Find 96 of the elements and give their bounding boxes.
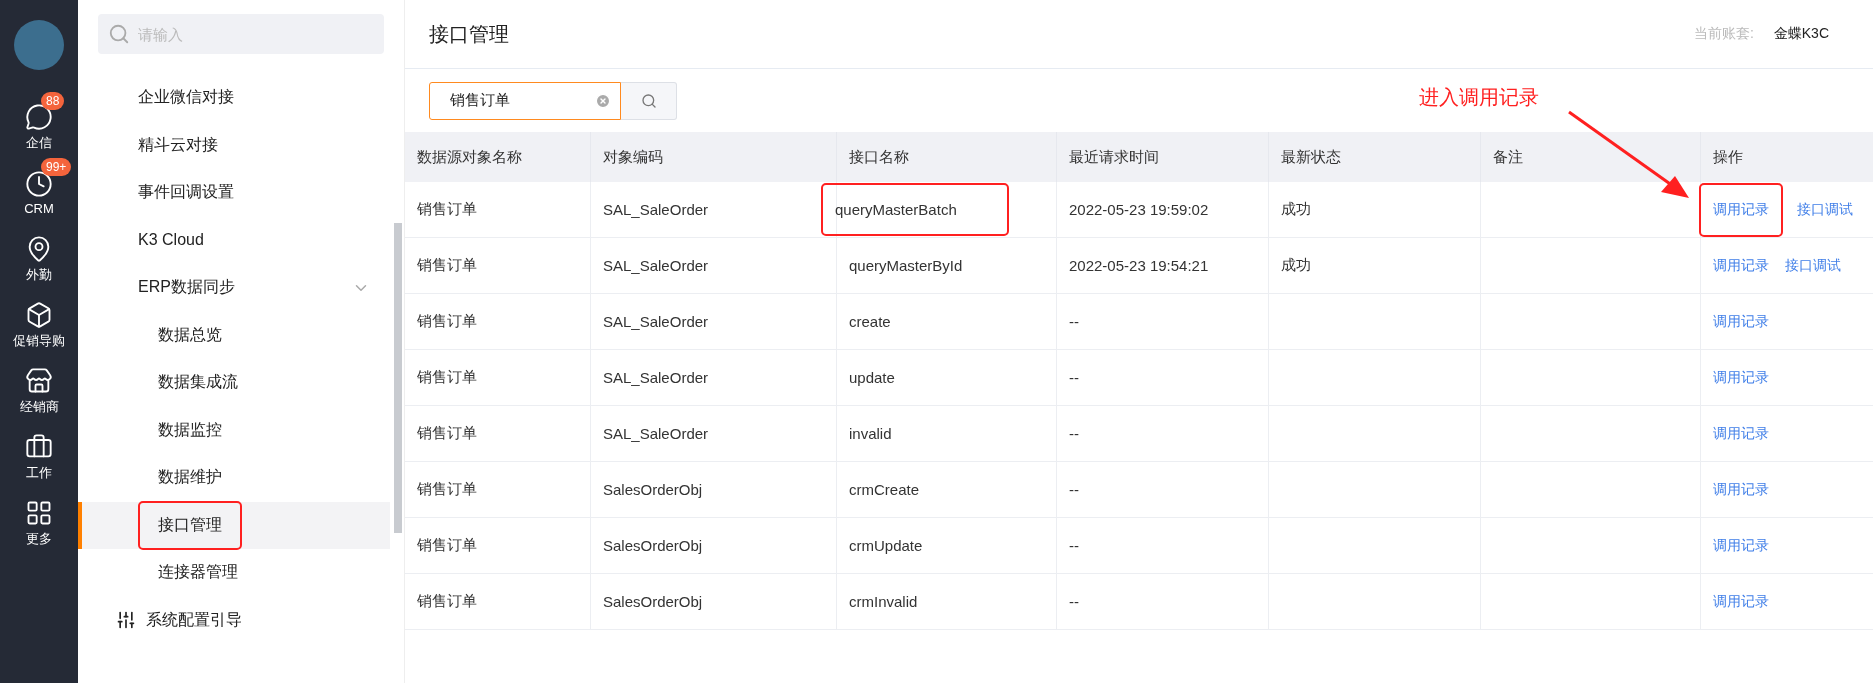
table-cell: -- <box>1057 350 1269 406</box>
search-button[interactable] <box>621 81 677 120</box>
column-header: 接口名称 <box>837 132 1057 182</box>
table-cell: 2022-05-23 19:54:21 <box>1057 238 1269 294</box>
rail-nav-item[interactable]: 外勤 <box>0 224 78 288</box>
sidebar-label: 精斗云对接 <box>137 134 219 155</box>
sidebar-label: 数据监控 <box>157 419 223 440</box>
column-header: 最近请求时间 <box>1057 132 1269 182</box>
table-cell: SalesOrderObj <box>591 518 837 574</box>
sidebar-item[interactable]: 事件回调设置 <box>78 169 390 217</box>
interface-name: update <box>849 369 895 386</box>
sidebar-item[interactable]: 接口管理 <box>78 501 390 549</box>
sidebar-item[interactable]: 系统配置引导 <box>78 596 390 644</box>
table-cell: -- <box>1057 462 1269 518</box>
sidebar-item[interactable]: 连接器管理 <box>78 549 390 597</box>
action-link[interactable]: 调用记录 <box>1713 312 1769 331</box>
interface-name: queryMasterById <box>849 257 963 274</box>
clock-icon <box>25 170 53 198</box>
table-cell: -- <box>1057 574 1269 630</box>
interface-name: create <box>849 313 891 330</box>
action-link[interactable]: 调用记录 <box>1713 368 1769 387</box>
rail-nav-item[interactable]: 更多 <box>0 488 78 552</box>
table-cell: SAL_SaleOrder <box>591 406 837 462</box>
table-cell: 销售订单 <box>405 574 591 630</box>
table-cell: 销售订单 <box>405 462 591 518</box>
table-cell: SAL_SaleOrder <box>591 238 837 294</box>
column-header: 操作 <box>1701 132 1873 182</box>
column-header: 最新状态 <box>1269 132 1481 182</box>
table-cell: -- <box>1057 406 1269 462</box>
table-cell: SAL_SaleOrder <box>591 350 837 406</box>
account-value: 金蝶K3C <box>1773 25 1829 43</box>
store-icon <box>25 366 53 395</box>
column-header: 对象编码 <box>591 132 837 182</box>
sidebar-item[interactable]: K3 Cloud <box>78 216 390 264</box>
table-cell: 销售订单 <box>405 518 591 574</box>
sidebar-item[interactable]: 数据监控 <box>78 406 390 454</box>
rail-nav-item[interactable]: 促销导购 <box>0 290 78 354</box>
sidebar-label: 事件回调设置 <box>137 182 235 203</box>
action-link[interactable]: 接口调试 <box>1785 256 1841 275</box>
search-icon <box>640 92 657 109</box>
table-cell: SAL_SaleOrder <box>591 294 837 350</box>
action-link[interactable]: 调用记录 <box>1713 536 1769 555</box>
table-cell: -- <box>1057 518 1269 574</box>
sidebar-label: 数据维护 <box>157 467 223 488</box>
action-link[interactable]: 接口调试 <box>1797 200 1853 219</box>
table-cell: 销售订单 <box>405 238 591 294</box>
rail-nav-item[interactable]: 经销商 <box>0 356 78 420</box>
interface-name: crmInvalid <box>849 593 918 610</box>
table-cell: 销售订单 <box>405 406 591 462</box>
interface-name: crmUpdate <box>849 537 923 554</box>
sidebar-label: 数据集成流 <box>157 372 239 393</box>
sidebar-label: 连接器管理 <box>157 562 239 583</box>
avatar-photo-placeholder[interactable] <box>14 20 64 70</box>
page-title: 接口管理 <box>429 21 510 47</box>
table-cell: -- <box>1057 294 1269 350</box>
count-badge: 99+ <box>41 158 72 176</box>
action-link[interactable]: 调用记录 <box>1713 592 1769 611</box>
sidebar-label: ERP数据同步 <box>137 277 236 298</box>
sidebar-label: 数据总览 <box>157 324 223 345</box>
cube-icon <box>25 300 53 329</box>
column-header: 数据源对象名称 <box>405 132 591 182</box>
interface-name: invalid <box>849 425 892 442</box>
search-field[interactable]: 销售订单 <box>429 81 621 120</box>
table-cell: 成功 <box>1269 182 1481 238</box>
action-link[interactable]: 调用记录 <box>1713 424 1769 443</box>
action-link[interactable]: 调用记录 <box>1713 480 1769 499</box>
rail-nav-item[interactable]: 工作 <box>0 422 78 486</box>
table-cell: 成功 <box>1269 238 1481 294</box>
rail-nav-item[interactable]: 企信 88 <box>0 92 78 156</box>
sidebar-label: 系统配置引导 <box>145 609 243 630</box>
scrollbar-thumb[interactable] <box>394 223 402 533</box>
rail-nav-item[interactable]: CRM 99+ <box>0 158 78 222</box>
account-label: 当前账套: <box>1693 25 1754 43</box>
sidebar-label: K3 Cloud <box>137 230 205 251</box>
sidebar-item[interactable]: 数据集成流 <box>78 359 390 407</box>
column-header: 备注 <box>1481 132 1701 182</box>
table-cell: 销售订单 <box>405 350 591 406</box>
interface-name: crmCreate <box>849 481 919 498</box>
table-cell: 销售订单 <box>405 182 591 238</box>
action-link[interactable]: 调用记录 <box>1713 256 1769 275</box>
table-cell: SalesOrderObj <box>591 574 837 630</box>
sidebar-item[interactable]: 精斗云对接 <box>78 121 390 169</box>
annotation-text: 进入调用记录 <box>1419 85 1539 110</box>
count-badge: 88 <box>41 92 65 110</box>
sidebar-item[interactable]: 数据维护 <box>78 454 390 502</box>
sidebar-label: 接口管理 <box>140 502 240 548</box>
action-link[interactable]: 调用记录 <box>1701 184 1781 235</box>
sidebar-item[interactable]: 企业微信对接 <box>78 74 390 122</box>
sliders-icon <box>116 610 136 631</box>
sidebar-label: 企业微信对接 <box>137 87 235 108</box>
search-icon <box>108 23 130 45</box>
sidebar-item[interactable]: ERP数据同步 <box>78 264 390 312</box>
table-cell: 销售订单 <box>405 294 591 350</box>
table-cell: SalesOrderObj <box>591 462 837 518</box>
sidebar-item[interactable]: 数据总览 <box>78 311 390 359</box>
table-cell: 2022-05-23 19:59:02 <box>1057 182 1269 238</box>
